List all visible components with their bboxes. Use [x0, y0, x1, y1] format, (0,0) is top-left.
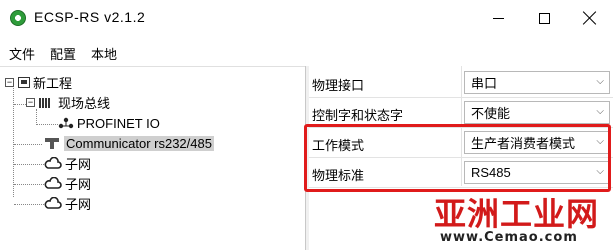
physical-interface-select[interactable]: 串口 ⌵: [464, 71, 610, 94]
tree-item-subnet-2[interactable]: 子网: [44, 173, 91, 193]
menu-file[interactable]: 文件: [0, 40, 41, 64]
fieldbus-icon: [39, 96, 55, 108]
annotation-highlight-box: [304, 124, 611, 192]
minimize-button[interactable]: [475, 0, 521, 36]
collapse-toggle[interactable]: −: [26, 97, 35, 107]
property-name: 控制字和状态字: [312, 108, 404, 123]
network-node-icon: [58, 117, 74, 129]
tree-item-subnet-1[interactable]: 子网: [44, 153, 91, 173]
control-status-word-select[interactable]: 不使能 ⌵: [464, 101, 610, 124]
tree-label-selected: Communicator rs232/485: [64, 135, 214, 151]
tree-connector: [14, 104, 26, 105]
tree-label: 子网: [65, 196, 92, 212]
tree-connector: [14, 204, 44, 205]
title-bar: ECSP-RS v2.1.2: [0, 0, 613, 36]
tree-label: 子网: [65, 176, 92, 192]
collapse-toggle[interactable]: −: [5, 77, 14, 87]
maximize-icon: [538, 12, 550, 24]
subnet-cloud-icon: [44, 197, 62, 209]
tree-connector: [14, 184, 44, 185]
communicator-icon: [45, 138, 59, 149]
property-value: 不使能: [471, 106, 511, 121]
property-name: 物理接口: [312, 78, 365, 93]
tree-label: PROFINET IO: [77, 115, 160, 131]
tree-item-communicator[interactable]: Communicator rs232/485: [44, 133, 214, 153]
maximize-button[interactable]: [521, 0, 567, 36]
tree-item-profinet[interactable]: PROFINET IO: [58, 113, 160, 133]
window-title: ECSP-RS v2.1.2: [34, 9, 146, 25]
close-icon: [583, 11, 597, 25]
tree-item-fieldbus[interactable]: − 现场总线: [26, 92, 110, 112]
tree-label: 新工程: [33, 75, 73, 91]
property-value: 串口: [471, 76, 498, 91]
subnet-cloud-icon: [44, 157, 62, 169]
tree-connector: [36, 124, 58, 125]
close-button[interactable]: [567, 0, 613, 36]
subnet-cloud-icon: [44, 177, 62, 189]
project-icon: [18, 76, 30, 88]
property-row: 物理接口 串口 ⌵: [309, 68, 613, 97]
menu-config[interactable]: 配置: [41, 40, 82, 64]
menu-bar: 文件 配置 本地: [0, 40, 123, 64]
chevron-down-icon: ⌵: [596, 106, 604, 117]
tree-item-project[interactable]: − 新工程: [5, 72, 72, 92]
app-logo-icon: [10, 10, 26, 26]
menu-local[interactable]: 本地: [82, 40, 123, 64]
watermark-url: www.Cemao.com: [440, 230, 578, 245]
watermark-title: 亚洲工业网: [434, 195, 600, 233]
tree-item-subnet-3[interactable]: 子网: [44, 193, 91, 213]
chevron-down-icon: ⌵: [596, 76, 604, 87]
minimize-icon: [492, 17, 504, 19]
tree-connector: [13, 85, 14, 197]
tree-label: 现场总线: [58, 95, 111, 111]
property-row: 控制字和状态字 不使能 ⌵: [309, 98, 613, 127]
tree-label: 子网: [65, 156, 92, 172]
tree-connector: [14, 164, 44, 165]
tree-connector: [14, 144, 42, 145]
project-tree: − 新工程 − 现场总线 PROFINET IO Communicator rs…: [0, 66, 305, 250]
